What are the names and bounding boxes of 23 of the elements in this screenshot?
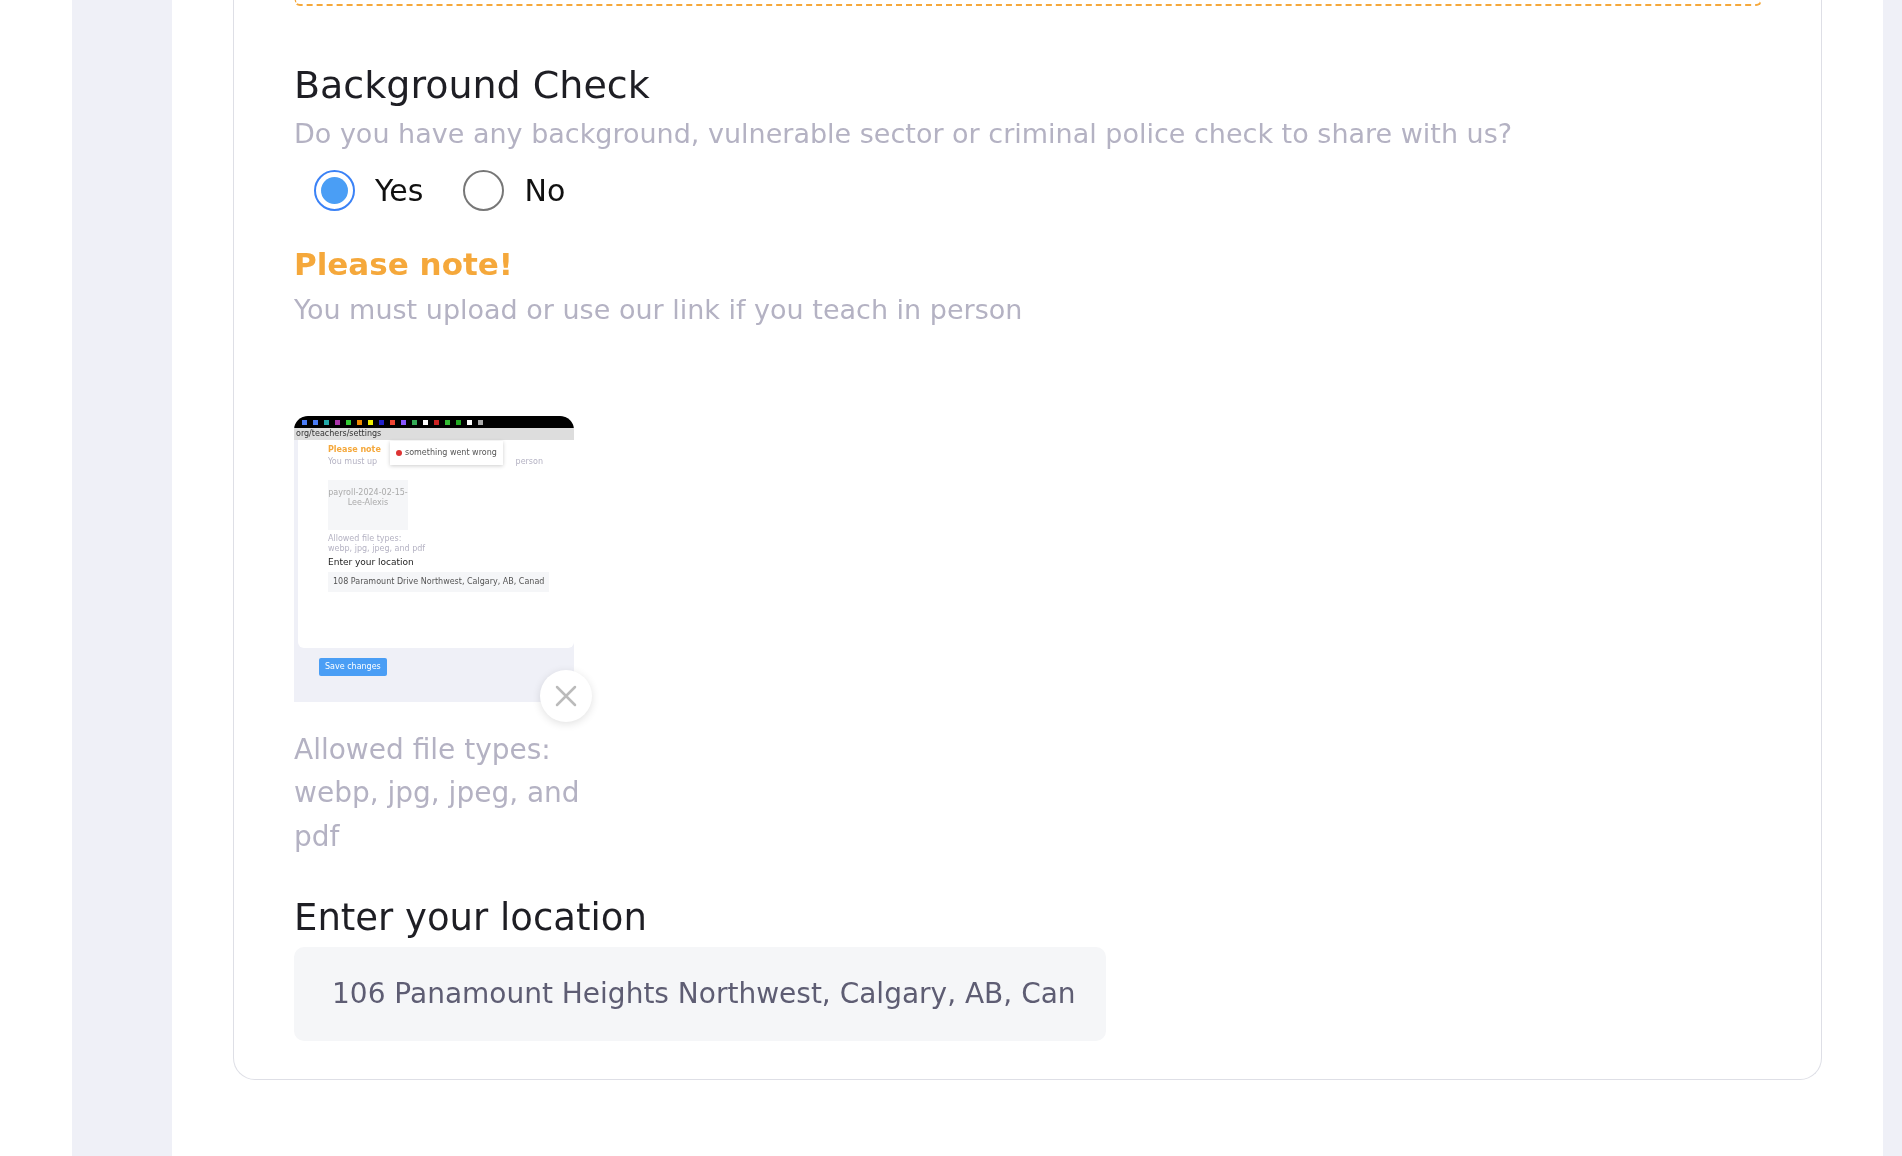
toast-text: something went wrong — [405, 447, 497, 459]
radio-icon[interactable] — [314, 170, 355, 211]
close-button[interactable] — [540, 670, 592, 722]
location-label: Enter your location — [328, 556, 415, 570]
section-title: Background Check — [294, 62, 651, 109]
radio-icon[interactable] — [463, 170, 505, 211]
close-icon — [555, 685, 577, 707]
allowed-types-text: Allowed file types: webp, jpg, jpeg, and pdf — [294, 732, 581, 855]
file-name: payroll-2024-02-15-Lee-Alexis — [328, 480, 408, 530]
note-text: You must up — [328, 456, 378, 468]
allowed-types-text: Allowed file types: webp, jpg, jpeg, and pdf — [328, 534, 427, 554]
note-title: Please note — [328, 444, 381, 456]
radio-option[interactable]: No — [463, 168, 566, 213]
location-field[interactable]: 106 Panamount Heights Northwest, Calgary, AB, Can — [294, 946, 1106, 1041]
question-text: Do you have any background, vulnerable sector or criminal police check to share with us? — [294, 116, 1514, 151]
note-title: Please note! — [294, 245, 514, 284]
radio-option[interactable]: Yes — [314, 168, 424, 213]
note-text: person — [515, 456, 543, 468]
error-icon — [396, 450, 402, 456]
url-text: org/teachers/settings — [294, 428, 574, 440]
note-text: You must upload or use our link if you teach in person — [294, 292, 1024, 327]
location-field: 108 Paramount Drive Northwest, Calgary, AB, Canad — [328, 571, 550, 592]
location-label: Enter your location — [294, 896, 648, 941]
